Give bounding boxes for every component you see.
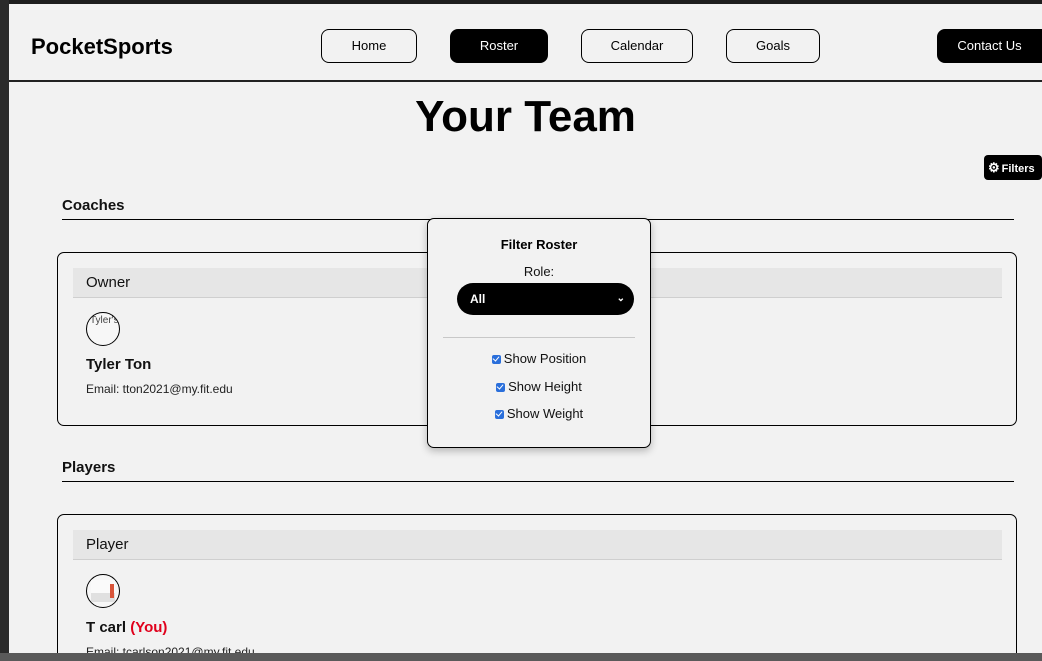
coach-avatar: Tyler's	[86, 312, 120, 346]
contact-us-button[interactable]: Contact Us	[937, 29, 1042, 63]
show-position-checkbox[interactable]	[491, 355, 501, 364]
app-window: PocketSports Home Roster Calendar Goals …	[9, 0, 1042, 661]
popup-title: Filter Roster	[500, 237, 578, 252]
show-height-option[interactable]: Show Height	[428, 379, 650, 394]
player-card: Player T carl (You) Email: tcarlson2021@…	[57, 514, 1017, 661]
player-name-row: T carl (You)	[86, 619, 167, 636]
show-weight-option[interactable]: Show Weight	[428, 406, 650, 421]
popup-divider	[443, 337, 635, 338]
filters-label: Filters	[1001, 163, 1035, 175]
player-role-header: Player	[73, 530, 1002, 560]
players-divider	[62, 481, 1014, 482]
role-label: Role:	[523, 264, 555, 279]
page-title: Your Team	[415, 92, 636, 141]
role-select[interactable]: All ⌄	[457, 283, 634, 315]
show-height-checkbox[interactable]	[496, 383, 506, 392]
filter-roster-popup: Filter Roster Role: All ⌄ Show Position …	[427, 218, 651, 448]
show-position-label: Show Position	[503, 351, 587, 366]
show-weight-label: Show Weight	[506, 406, 584, 421]
coach-email: Email: tton2021@my.fit.edu	[86, 382, 233, 396]
chevron-down-icon: ⌄	[616, 293, 625, 304]
gear-icon: ⚙	[988, 160, 1000, 175]
you-badge: (You)	[130, 619, 168, 636]
show-weight-checkbox[interactable]	[494, 410, 504, 419]
filters-button[interactable]: ⚙ Filters	[984, 155, 1042, 180]
role-select-value: All	[470, 292, 486, 306]
nav-home-button[interactable]: Home	[321, 29, 417, 63]
top-navigation-bar: PocketSports Home Roster Calendar Goals …	[9, 0, 1042, 82]
nav-goals-button[interactable]: Goals	[726, 29, 820, 63]
players-section-title: Players	[62, 459, 116, 476]
coach-name: Tyler Ton	[86, 356, 152, 373]
window-bottom-edge	[0, 653, 1042, 661]
avatar-alt-text: Tyler's	[90, 315, 119, 326]
show-height-label: Show Height	[508, 379, 582, 394]
player-avatar	[86, 574, 120, 608]
nav-calendar-button[interactable]: Calendar	[581, 29, 693, 63]
player-photo-image	[91, 580, 115, 602]
show-position-option[interactable]: Show Position	[428, 351, 650, 366]
brand-logo[interactable]: PocketSports	[31, 34, 173, 60]
player-name: T carl	[86, 619, 127, 636]
nav-roster-button[interactable]: Roster	[450, 29, 548, 63]
coaches-section-title: Coaches	[62, 197, 125, 214]
